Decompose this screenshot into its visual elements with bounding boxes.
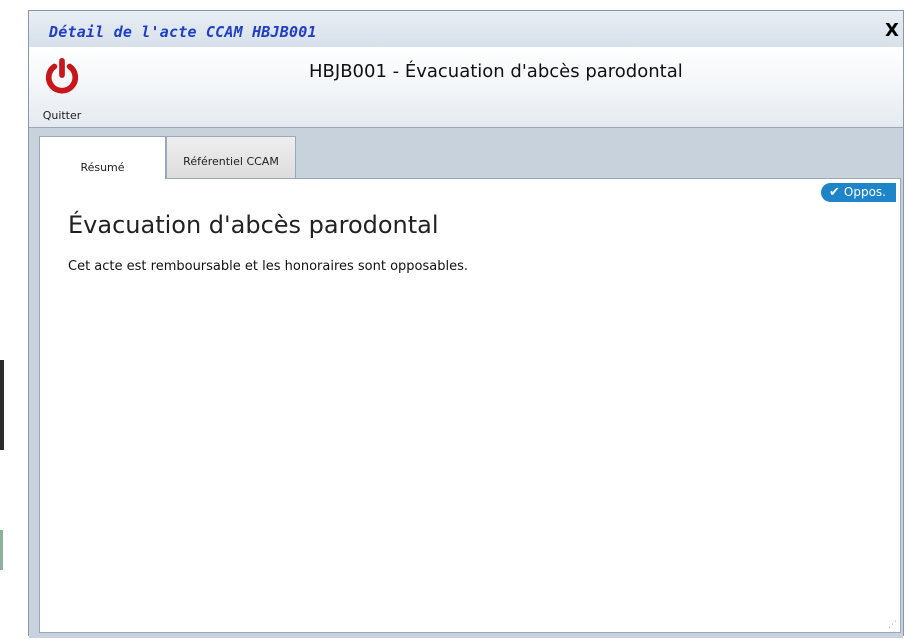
act-header-title: HBJB001 - Évacuation d'abcès parodontal	[309, 61, 683, 82]
resize-grip-icon[interactable]: ⋰	[888, 620, 898, 630]
background-fragment	[0, 530, 3, 570]
tab-resume[interactable]: Résumé	[39, 136, 166, 179]
summary-panel: ✔ Oppos. Évacuation d'abcès parodontal C…	[39, 178, 901, 633]
tab-container: Résumé Référentiel CCAM ✔ Oppos. Évacuat…	[29, 128, 903, 638]
quit-label: Quitter	[42, 109, 82, 122]
check-icon: ✔	[829, 185, 840, 200]
background-fragment	[0, 360, 4, 450]
act-title: Évacuation d'abcès parodontal	[68, 211, 439, 239]
tab-resume-label: Résumé	[80, 161, 125, 174]
title-bar[interactable]: Détail de l'acte CCAM HBJB001 X	[29, 11, 903, 47]
opposable-badge: ✔ Oppos.	[821, 183, 896, 202]
toolbar: Quitter HBJB001 - Évacuation d'abcès par…	[29, 47, 903, 128]
tab-referentiel-ccam[interactable]: Référentiel CCAM	[166, 136, 296, 179]
power-icon	[45, 57, 79, 94]
quit-button[interactable]: Quitter	[35, 53, 89, 125]
badge-label: Oppos.	[843, 185, 886, 199]
window-title: Détail de l'acte CCAM HBJB001	[49, 23, 317, 41]
act-detail-window: Détail de l'acte CCAM HBJB001 X Quitter …	[28, 10, 904, 638]
tab-referentiel-ccam-label: Référentiel CCAM	[183, 155, 279, 168]
act-description: Cet acte est remboursable et les honorai…	[68, 259, 469, 274]
close-button[interactable]: X	[883, 21, 901, 41]
